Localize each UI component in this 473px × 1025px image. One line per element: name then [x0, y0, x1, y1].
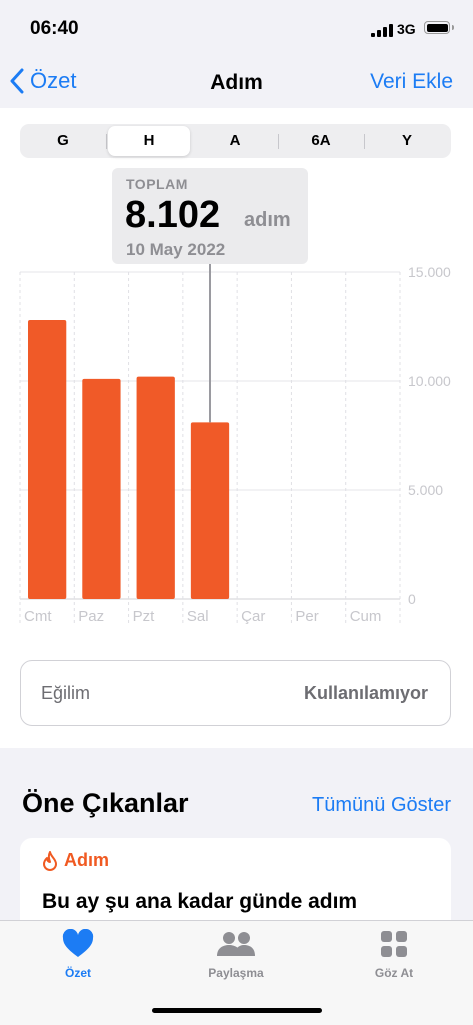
y-tick-label: 15.000	[408, 264, 451, 280]
trend-row[interactable]: Eğilim Kullanılamıyor	[20, 660, 451, 726]
network-type: 3G	[397, 21, 416, 37]
x-tick-label: Per	[295, 608, 318, 625]
status-time: 06:40	[30, 18, 79, 39]
home-indicator	[152, 1008, 322, 1013]
selection-tooltip: TOPLAM 8.102 adım 10 May 2022	[112, 168, 308, 264]
bar-paz	[82, 378, 121, 599]
highlights-title: Öne Çıkanlar	[22, 788, 189, 818]
y-tick-label: 10.000	[408, 373, 451, 389]
add-data-button[interactable]: Veri Ekle	[370, 70, 453, 94]
tab-sharing[interactable]: Paylaşma	[176, 929, 296, 980]
tab-summary-label: Özet	[64, 966, 91, 980]
tooltip-value: 8.102	[125, 194, 221, 236]
trend-value: Kullanılamıyor	[303, 683, 428, 703]
bar-sal	[190, 422, 230, 599]
tooltip-label: TOPLAM	[126, 176, 188, 192]
x-tick-label: Cmt	[24, 608, 52, 625]
show-all-link[interactable]: Tümünü Göster	[312, 794, 451, 817]
highlight-text: Bu ay şu ana kadar günde adım	[42, 890, 358, 913]
trend-label: Eğilim	[41, 683, 91, 703]
grid-icon	[381, 931, 407, 957]
highlight-category: Adım	[42, 850, 109, 871]
bar-pzt	[136, 376, 175, 599]
battery-icon	[424, 21, 454, 34]
highlight-category-label: Adım	[64, 850, 109, 870]
x-tick-label: Sal	[187, 608, 209, 625]
navigation-bar: Özet Adım Veri Ekle	[0, 58, 473, 106]
x-tick-label: Cum	[350, 608, 382, 625]
tooltip-unit: adım	[244, 209, 291, 231]
bar-cmt	[28, 319, 67, 599]
tooltip-date: 10 May 2022	[126, 240, 226, 259]
heart-icon	[62, 928, 94, 957]
x-tick-label: Paz	[78, 608, 104, 625]
y-tick-label: 0	[408, 591, 416, 607]
tab-sharing-label: Paylaşma	[208, 966, 264, 980]
x-tick-label: Çar	[241, 608, 265, 625]
status-bar: 06:40 3G	[0, 0, 473, 58]
chart-card: G H A 6A Y 15.000 10.000 5.000 0 Cmt Paz Pzt Sa…	[0, 108, 473, 748]
flame-icon	[43, 850, 57, 871]
tab-summary[interactable]: Özet	[18, 928, 138, 980]
signal-icon	[371, 24, 393, 37]
people-icon	[217, 932, 255, 956]
x-tick-label: Pzt	[133, 608, 156, 625]
tab-browse[interactable]: Göz At	[334, 929, 454, 980]
tab-browse-label: Göz At	[374, 966, 414, 980]
y-tick-label: 5.000	[408, 482, 443, 498]
